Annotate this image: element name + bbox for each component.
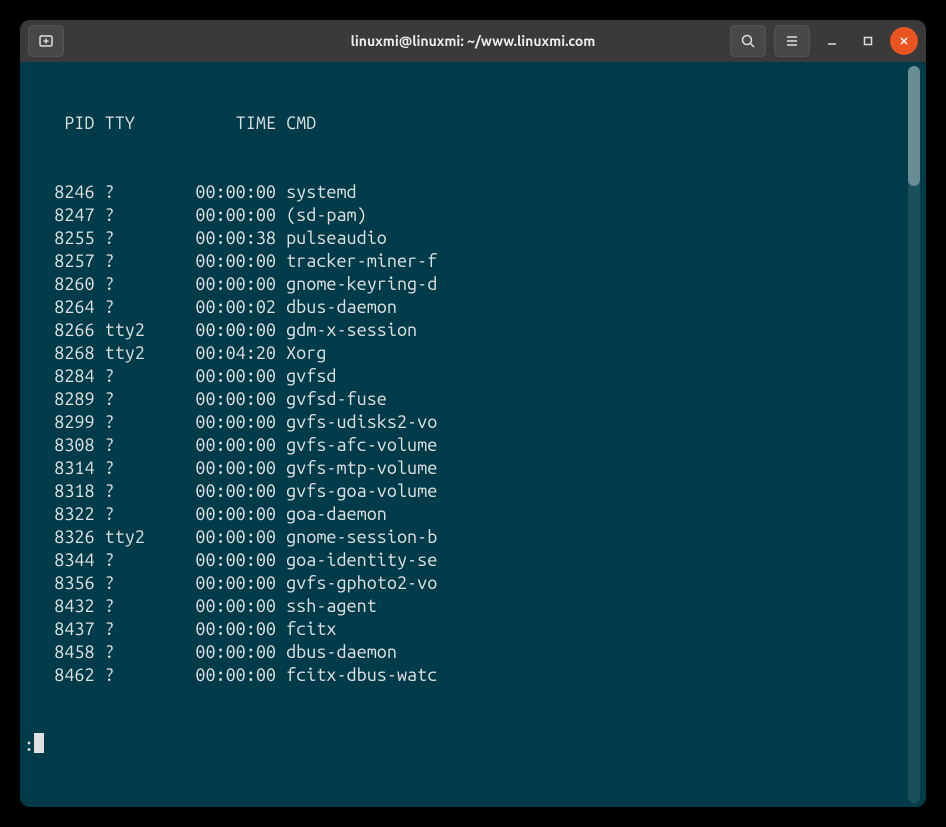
process-row: 8268 tty2 00:04:20 Xorg bbox=[24, 342, 908, 365]
pager-prompt: : bbox=[24, 733, 908, 757]
process-row: 8326 tty2 00:00:00 gnome-session-b bbox=[24, 526, 908, 549]
minimize-button[interactable] bbox=[818, 27, 846, 55]
process-row: 8255 ? 00:00:38 pulseaudio bbox=[24, 227, 908, 250]
titlebar-right bbox=[730, 25, 918, 57]
process-row: 8299 ? 00:00:00 gvfs-udisks2-vo bbox=[24, 411, 908, 434]
minimize-icon bbox=[826, 35, 838, 47]
process-row: 8264 ? 00:00:02 dbus-daemon bbox=[24, 296, 908, 319]
titlebar: linuxmi@linuxmi: ~/www.linuxmi.com bbox=[20, 20, 926, 62]
process-row: 8344 ? 00:00:00 goa-identity-se bbox=[24, 549, 908, 572]
process-row: 8437 ? 00:00:00 fcitx bbox=[24, 618, 908, 641]
maximize-button[interactable] bbox=[854, 27, 882, 55]
hamburger-icon bbox=[784, 33, 800, 49]
process-row: 8257 ? 00:00:00 tracker-miner-f bbox=[24, 250, 908, 273]
window-title: linuxmi@linuxmi: ~/www.linuxmi.com bbox=[351, 33, 596, 49]
terminal-window: linuxmi@linuxmi: ~/www.linuxmi.com bbox=[20, 20, 926, 807]
titlebar-left bbox=[28, 25, 64, 57]
cursor bbox=[34, 733, 44, 753]
terminal-body[interactable]: PID TTY TIME CMD 8246 ? 00:00:00 systemd… bbox=[20, 62, 926, 807]
process-row: 8314 ? 00:00:00 gvfs-mtp-volume bbox=[24, 457, 908, 480]
terminal-content: PID TTY TIME CMD 8246 ? 00:00:00 systemd… bbox=[24, 66, 908, 803]
new-tab-button[interactable] bbox=[28, 25, 64, 57]
process-row: 8322 ? 00:00:00 goa-daemon bbox=[24, 503, 908, 526]
process-row: 8356 ? 00:00:00 gvfs-gphoto2-vo bbox=[24, 572, 908, 595]
prompt-text: : bbox=[24, 735, 34, 755]
process-row: 8318 ? 00:00:00 gvfs-goa-volume bbox=[24, 480, 908, 503]
process-row: 8284 ? 00:00:00 gvfsd bbox=[24, 365, 908, 388]
menu-button[interactable] bbox=[774, 25, 810, 57]
process-row: 8247 ? 00:00:00 (sd-pam) bbox=[24, 204, 908, 227]
process-row: 8260 ? 00:00:00 gnome-keyring-d bbox=[24, 273, 908, 296]
scrollbar[interactable] bbox=[908, 66, 920, 803]
maximize-icon bbox=[862, 35, 874, 47]
new-tab-icon bbox=[38, 33, 54, 49]
process-row: 8308 ? 00:00:00 gvfs-afc-volume bbox=[24, 434, 908, 457]
process-row: 8266 tty2 00:00:00 gdm-x-session bbox=[24, 319, 908, 342]
process-row: 8246 ? 00:00:00 systemd bbox=[24, 181, 908, 204]
process-row: 8289 ? 00:00:00 gvfsd-fuse bbox=[24, 388, 908, 411]
process-row: 8462 ? 00:00:00 fcitx-dbus-watc bbox=[24, 664, 908, 687]
close-button[interactable] bbox=[890, 27, 918, 55]
process-header: PID TTY TIME CMD bbox=[24, 112, 908, 135]
search-icon bbox=[740, 33, 756, 49]
scrollbar-thumb[interactable] bbox=[908, 66, 920, 186]
search-button[interactable] bbox=[730, 25, 766, 57]
close-icon bbox=[898, 35, 910, 47]
process-row: 8432 ? 00:00:00 ssh-agent bbox=[24, 595, 908, 618]
